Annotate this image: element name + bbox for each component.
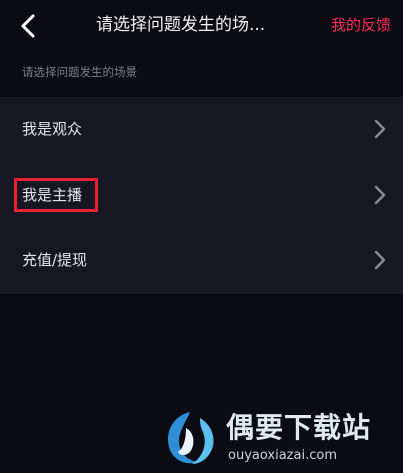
watermark-site-name: 偶要下载站 bbox=[226, 411, 372, 444]
annotation-highlight-box bbox=[14, 178, 98, 212]
chevron-right-icon bbox=[374, 119, 386, 139]
watermark-logo-icon bbox=[168, 412, 214, 464]
back-button[interactable] bbox=[14, 12, 44, 40]
chevron-left-icon bbox=[21, 14, 35, 38]
chevron-right-icon bbox=[374, 250, 386, 270]
chevron-right-icon bbox=[374, 185, 386, 205]
my-feedback-link[interactable]: 我的反馈 bbox=[331, 14, 391, 36]
list-item-audience[interactable]: 我是观众 bbox=[0, 97, 403, 163]
list-item-label: 充值/提现 bbox=[22, 251, 88, 269]
list-item-recharge-withdraw[interactable]: 充值/提现 bbox=[0, 228, 403, 294]
section-hint: 请选择问题发生的场景 bbox=[22, 65, 137, 79]
top-bar: 请选择问题发生的场... 我的反馈 bbox=[0, 0, 403, 52]
watermark-site-url: ouyaoxiazai.com bbox=[228, 448, 337, 463]
page-title: 请选择问题发生的场... bbox=[96, 15, 266, 35]
watermark: 偶要下载站 ouyaoxiazai.com bbox=[160, 402, 400, 472]
list-item-label: 我是观众 bbox=[22, 120, 83, 138]
